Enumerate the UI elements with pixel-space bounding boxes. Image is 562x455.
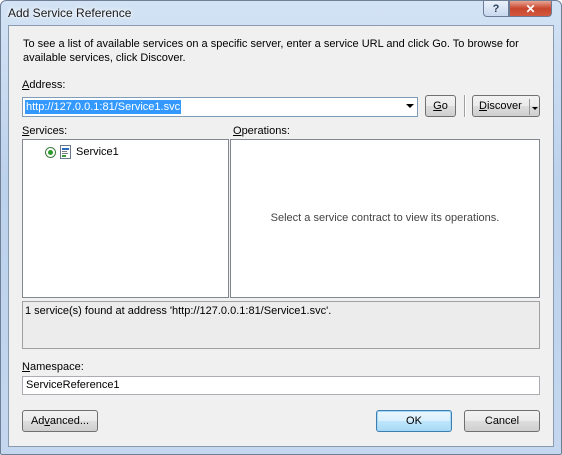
title-bar[interactable]: Add Service Reference ? ✕ xyxy=(1,1,561,23)
cancel-button-label: Cancel xyxy=(484,415,520,427)
operations-empty-message: Select a service contract to view its op… xyxy=(270,212,500,224)
tree-item-label: Service1 xyxy=(76,146,119,158)
help-button[interactable]: ? xyxy=(483,1,509,17)
advanced-button[interactable]: Advanced... xyxy=(22,410,98,432)
wcf-service-icon xyxy=(60,145,71,159)
discover-button-label: Discover xyxy=(479,100,522,112)
close-icon: ✕ xyxy=(525,1,536,16)
dialog-window: Add Service Reference ? ✕ To see a list … xyxy=(0,0,562,455)
address-combobox[interactable]: http://127.0.0.1:81/Service1.svc xyxy=(22,97,418,117)
toolbar-separator xyxy=(464,95,466,117)
dropdown-arrow-icon[interactable] xyxy=(532,107,538,110)
dialog-body: To see a list of available services on a… xyxy=(8,25,554,447)
intro-text: To see a list of available services on a… xyxy=(23,38,519,64)
address-value[interactable]: http://127.0.0.1:81/Service1.svc xyxy=(25,100,182,114)
advanced-button-label: Advanced... xyxy=(30,415,90,427)
help-icon: ? xyxy=(492,2,500,15)
status-text: 1 service(s) found at address 'http://12… xyxy=(25,305,332,317)
split-divider xyxy=(529,99,530,115)
services-label: Services: xyxy=(22,125,68,137)
ok-button-label: OK xyxy=(406,415,422,427)
close-button[interactable]: ✕ xyxy=(509,1,552,17)
operations-label: Operations: xyxy=(233,125,290,137)
namespace-label: Namespace: xyxy=(22,361,84,373)
chevron-down-icon[interactable] xyxy=(406,104,414,108)
cancel-button[interactable]: Cancel xyxy=(464,410,540,432)
services-tree[interactable]: Service1 xyxy=(22,139,229,298)
namespace-input[interactable]: ServiceReference1 xyxy=(22,376,540,395)
ok-button[interactable]: OK xyxy=(376,410,452,432)
address-label: Address: xyxy=(22,79,66,91)
go-button-label: Go xyxy=(433,100,448,112)
discover-split-button[interactable]: Discover xyxy=(472,95,540,117)
status-box: 1 service(s) found at address 'http://12… xyxy=(22,301,540,349)
radio-selected-icon[interactable] xyxy=(45,147,56,158)
operations-panel[interactable]: Select a service contract to view its op… xyxy=(230,139,540,298)
window-title: Add Service Reference xyxy=(8,6,132,20)
go-button[interactable]: Go xyxy=(425,95,456,117)
